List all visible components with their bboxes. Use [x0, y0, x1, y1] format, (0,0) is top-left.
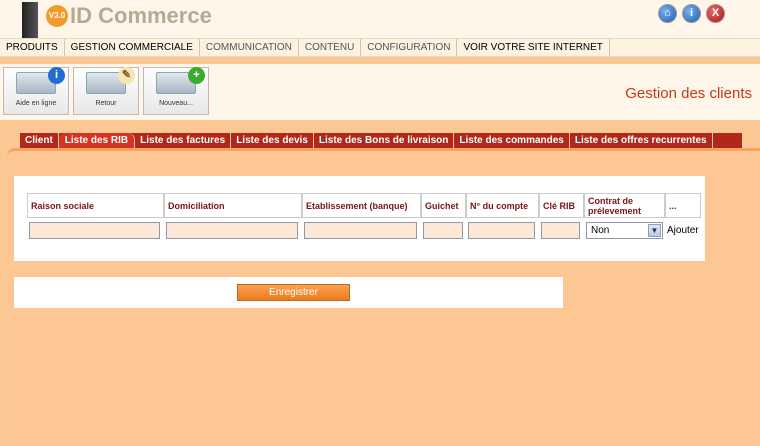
logo-mark — [22, 2, 38, 38]
window-icon: ✎ — [86, 67, 135, 94]
tab-liste-factures[interactable]: Liste des factures — [135, 133, 232, 148]
info-badge-icon: i — [48, 67, 65, 84]
window-icon: i — [16, 67, 65, 94]
plus-icon: + — [188, 67, 205, 84]
numero-compte-input[interactable] — [468, 221, 535, 239]
add-rib-link[interactable]: Ajouter — [667, 225, 699, 236]
chevron-down-icon: ▼ — [648, 223, 661, 237]
window-icon: + — [156, 67, 205, 94]
header-guichet: Guichet — [421, 193, 466, 218]
raison-sociale-input[interactable] — [29, 221, 160, 239]
menu-item-produits[interactable]: PRODUITS — [0, 39, 65, 56]
app-header: V3.0 ID Commerce ⌂ i X — [0, 0, 760, 38]
save-button[interactable]: Enregistrer — [237, 284, 350, 301]
header-contrat-prelevement: Contrat de prélevement — [584, 193, 665, 218]
menu-item-contenu[interactable]: CONTENU — [299, 39, 362, 56]
etablissement-input[interactable] — [304, 221, 417, 239]
domiciliation-input[interactable] — [166, 221, 298, 239]
contrat-prelevement-value: Non — [591, 224, 610, 236]
header-etablissement: Etablissement (banque) — [302, 193, 421, 218]
menu-item-communication[interactable]: COMMUNICATION — [200, 39, 299, 56]
edit-pencil-icon: ✎ — [118, 67, 135, 84]
header-domiciliation: Domiciliation — [164, 193, 302, 218]
header-icons: ⌂ i X — [658, 4, 725, 23]
info-icon[interactable]: i — [682, 4, 701, 23]
header-cle-rib: Clé RIB — [539, 193, 584, 218]
home-icon[interactable]: ⌂ — [658, 4, 677, 23]
table-header-row: Raison sociale Domiciliation Etablisseme… — [27, 193, 701, 218]
tab-liste-bons-livraison[interactable]: Liste des Bons de livraison — [314, 133, 455, 148]
menu-item-gestion-commerciale[interactable]: GESTION COMMERCIALE — [65, 39, 200, 56]
tab-client[interactable]: Client — [20, 133, 59, 148]
toolbar: i Aide en ligne ✎ Retour + Nouveau... Ge… — [0, 64, 760, 120]
rib-panel: Raison sociale Domiciliation Etablisseme… — [14, 176, 705, 261]
header-numero-compte: N° du compte — [466, 193, 539, 218]
app-logo-text: ID Commerce — [70, 3, 212, 28]
main-menu: PRODUITS GESTION COMMERCIALE COMMUNICATI… — [0, 38, 760, 57]
guichet-input[interactable] — [423, 221, 463, 239]
new-button[interactable]: + Nouveau... — [143, 67, 209, 115]
tab-liste-commandes[interactable]: Liste des commandes — [454, 133, 570, 148]
help-button[interactable]: i Aide en ligne — [3, 67, 69, 115]
header-actions: ... — [665, 193, 701, 218]
table-row: Non ▼ Ajouter — [27, 218, 701, 242]
back-button[interactable]: ✎ Retour — [73, 67, 139, 115]
tab-liste-devis[interactable]: Liste des devis — [231, 133, 314, 148]
back-button-label: Retour — [95, 100, 117, 107]
tab-liste-rib[interactable]: Liste des RIB — [58, 133, 136, 148]
page-title: Gestion des clients — [625, 85, 752, 102]
close-icon[interactable]: X — [706, 4, 725, 23]
client-tabs: Client Liste des RIB Liste des factures … — [20, 133, 742, 148]
header-raison-sociale: Raison sociale — [27, 193, 164, 218]
save-panel: Enregistrer — [14, 277, 563, 308]
tab-liste-offres-recurrentes[interactable]: Liste des offres recurrentes — [570, 133, 713, 148]
menu-item-configuration[interactable]: CONFIGURATION — [361, 39, 458, 56]
new-button-label: Nouveau... — [159, 100, 193, 107]
version-badge: V3.0 — [46, 5, 68, 27]
menu-item-voir-site[interactable]: VOIR VOTRE SITE INTERNET — [457, 39, 610, 56]
rib-table: Raison sociale Domiciliation Etablisseme… — [27, 193, 701, 242]
cle-rib-input[interactable] — [541, 221, 580, 239]
help-button-label: Aide en ligne — [15, 100, 57, 107]
contrat-prelevement-select[interactable]: Non ▼ — [586, 221, 663, 239]
